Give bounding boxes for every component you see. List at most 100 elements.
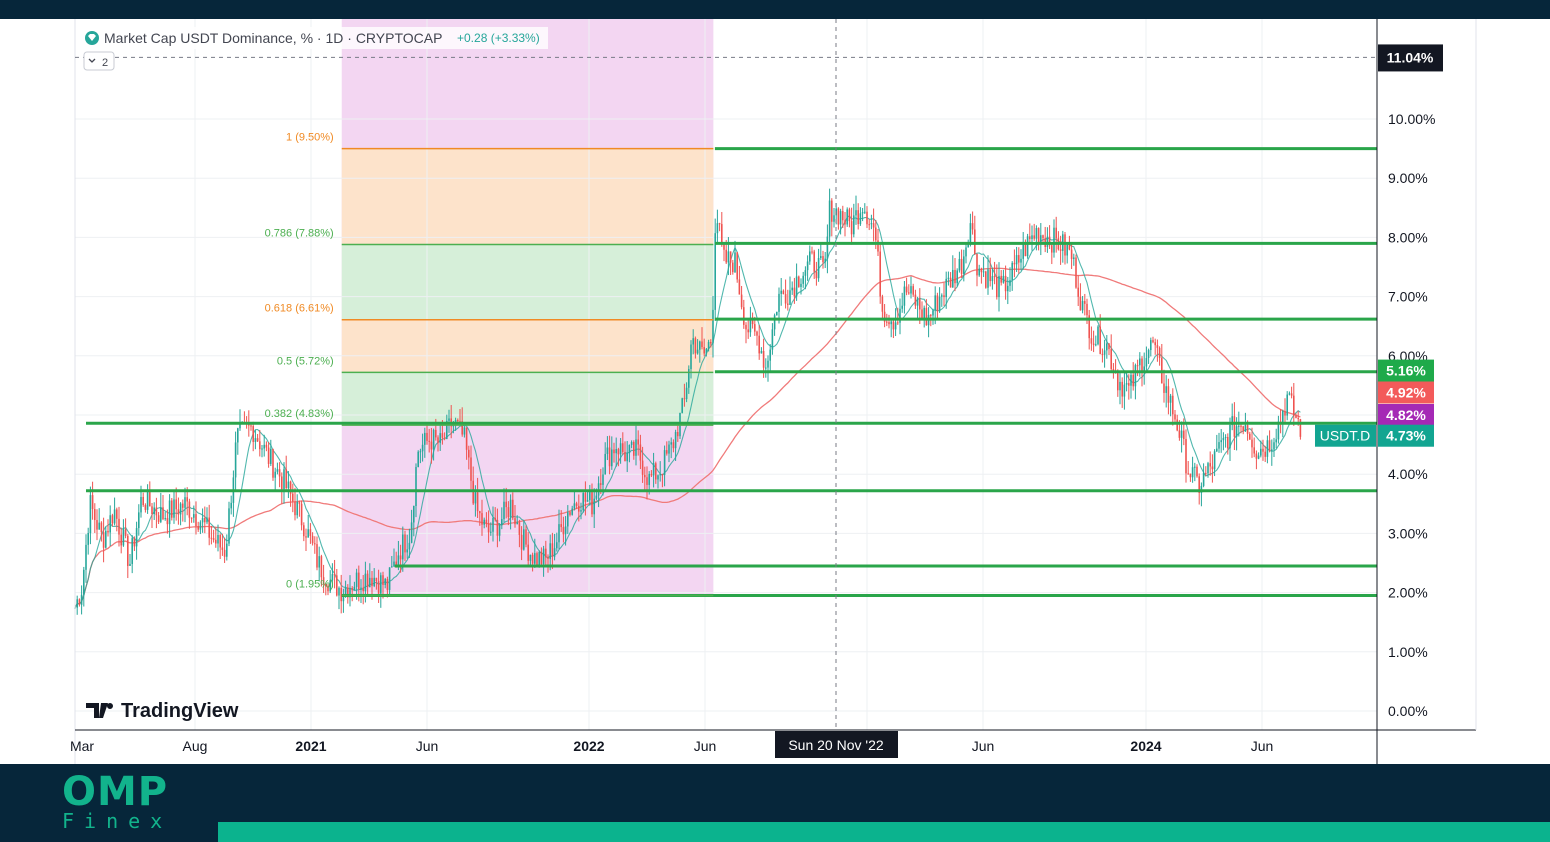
- candle-body: [637, 439, 639, 445]
- candle-body: [586, 500, 589, 502]
- candle-body: [1286, 394, 1288, 416]
- candle-body: [912, 286, 914, 295]
- candle-body: [426, 432, 428, 441]
- candle-body: [844, 220, 846, 225]
- candle-body: [105, 530, 107, 548]
- candle-body: [795, 276, 798, 297]
- candle-body: [864, 211, 866, 213]
- candle-body: [1106, 343, 1108, 351]
- fib-level-label: 0.786 (7.88%): [265, 228, 334, 240]
- candle-body: [1273, 442, 1275, 450]
- candle-body: [804, 270, 807, 276]
- candle-body: [650, 473, 653, 476]
- candle-body: [573, 503, 576, 509]
- candle-body: [619, 443, 622, 455]
- candle-body: [428, 440, 430, 442]
- bottom-accent-stripe: [218, 822, 1550, 842]
- candle-body: [1262, 448, 1264, 452]
- candle-body: [699, 341, 701, 350]
- candle-body: [274, 471, 276, 478]
- candle-body: [505, 501, 507, 508]
- candle-body: [1053, 227, 1055, 253]
- candle-body: [540, 552, 543, 565]
- candle-body: [316, 544, 318, 568]
- candle-body: [670, 442, 672, 445]
- candle-body: [798, 276, 800, 287]
- candle-body: [1077, 287, 1079, 297]
- candle-body: [259, 441, 261, 450]
- candle-body: [762, 351, 765, 368]
- candle-body: [756, 331, 758, 336]
- candle-body: [1216, 448, 1218, 452]
- candle-body: [1213, 451, 1216, 470]
- candle-body: [391, 566, 393, 568]
- candle-body: [683, 398, 686, 400]
- candle-body: [1009, 280, 1011, 286]
- candle-body: [1191, 467, 1194, 478]
- candle-body: [608, 447, 611, 467]
- price-label-text: 4.82%: [1386, 407, 1426, 423]
- candle-body: [415, 467, 417, 507]
- candle-body: [1233, 416, 1236, 437]
- candle-body: [215, 539, 217, 544]
- candle-body: [859, 213, 862, 225]
- fib-level-label: 0.5 (5.72%): [277, 355, 334, 367]
- candle-body: [254, 438, 257, 443]
- candle-body: [1031, 235, 1033, 240]
- candle-body: [384, 578, 386, 585]
- candle-body: [256, 438, 259, 442]
- candle-body: [78, 599, 81, 605]
- candle-body: [564, 526, 567, 535]
- candle-body: [1268, 440, 1271, 452]
- candle-body: [1084, 301, 1086, 304]
- candle-body: [1220, 440, 1222, 443]
- collapse-count: 2: [102, 57, 108, 69]
- candle-body: [707, 341, 710, 349]
- candle-body: [694, 338, 697, 354]
- candle-body: [745, 324, 747, 330]
- candle-body: [252, 426, 254, 443]
- candle-body: [333, 574, 336, 576]
- candle-body: [1070, 249, 1073, 260]
- candle-body: [1136, 365, 1139, 367]
- candle-body: [1086, 303, 1088, 316]
- fib-level-label: 0.382 (4.83%): [265, 408, 334, 420]
- candle-body: [641, 460, 644, 475]
- crosshair-value-label: 11.04%: [1387, 49, 1434, 65]
- candle-body: [655, 463, 657, 480]
- candle-body: [690, 344, 692, 370]
- candle-body: [826, 236, 829, 259]
- candle-body: [263, 444, 265, 449]
- candle-body: [1178, 430, 1181, 438]
- candle-body: [1152, 340, 1154, 343]
- candle-body: [424, 432, 426, 445]
- candle-body: [848, 209, 851, 222]
- candle-body: [718, 223, 721, 225]
- candle-body: [542, 548, 545, 565]
- candle-body: [578, 505, 580, 512]
- usdt-dominance-chart[interactable]: 1 (9.50%) 0.786 (7.88%) 0.618 (6.61%) 0.5 (…: [0, 0, 1550, 764]
- candle-body: [281, 476, 283, 490]
- collapse-button[interactable]: [83, 51, 115, 71]
- candle-body: [1242, 426, 1244, 432]
- candle-body: [692, 338, 694, 345]
- candle-body: [1073, 257, 1075, 260]
- candle-body: [465, 427, 468, 450]
- candle-body: [206, 517, 208, 523]
- candle-body: [998, 275, 1000, 298]
- brand-name: OMP: [62, 769, 169, 815]
- candle-body: [1163, 383, 1165, 393]
- candle-body: [853, 215, 855, 235]
- candle-body: [223, 549, 226, 557]
- candle-body: [129, 563, 131, 566]
- candle-body: [1156, 345, 1159, 348]
- candle-body: [659, 474, 661, 476]
- candle-body: [1165, 386, 1167, 393]
- candle-body: [903, 286, 906, 306]
- candle-body: [435, 429, 437, 438]
- candle-body: [956, 270, 958, 284]
- candle-body: [1015, 255, 1018, 265]
- candle-body: [1229, 425, 1231, 449]
- candle-body: [681, 398, 683, 413]
- candle-body: [1295, 415, 1297, 418]
